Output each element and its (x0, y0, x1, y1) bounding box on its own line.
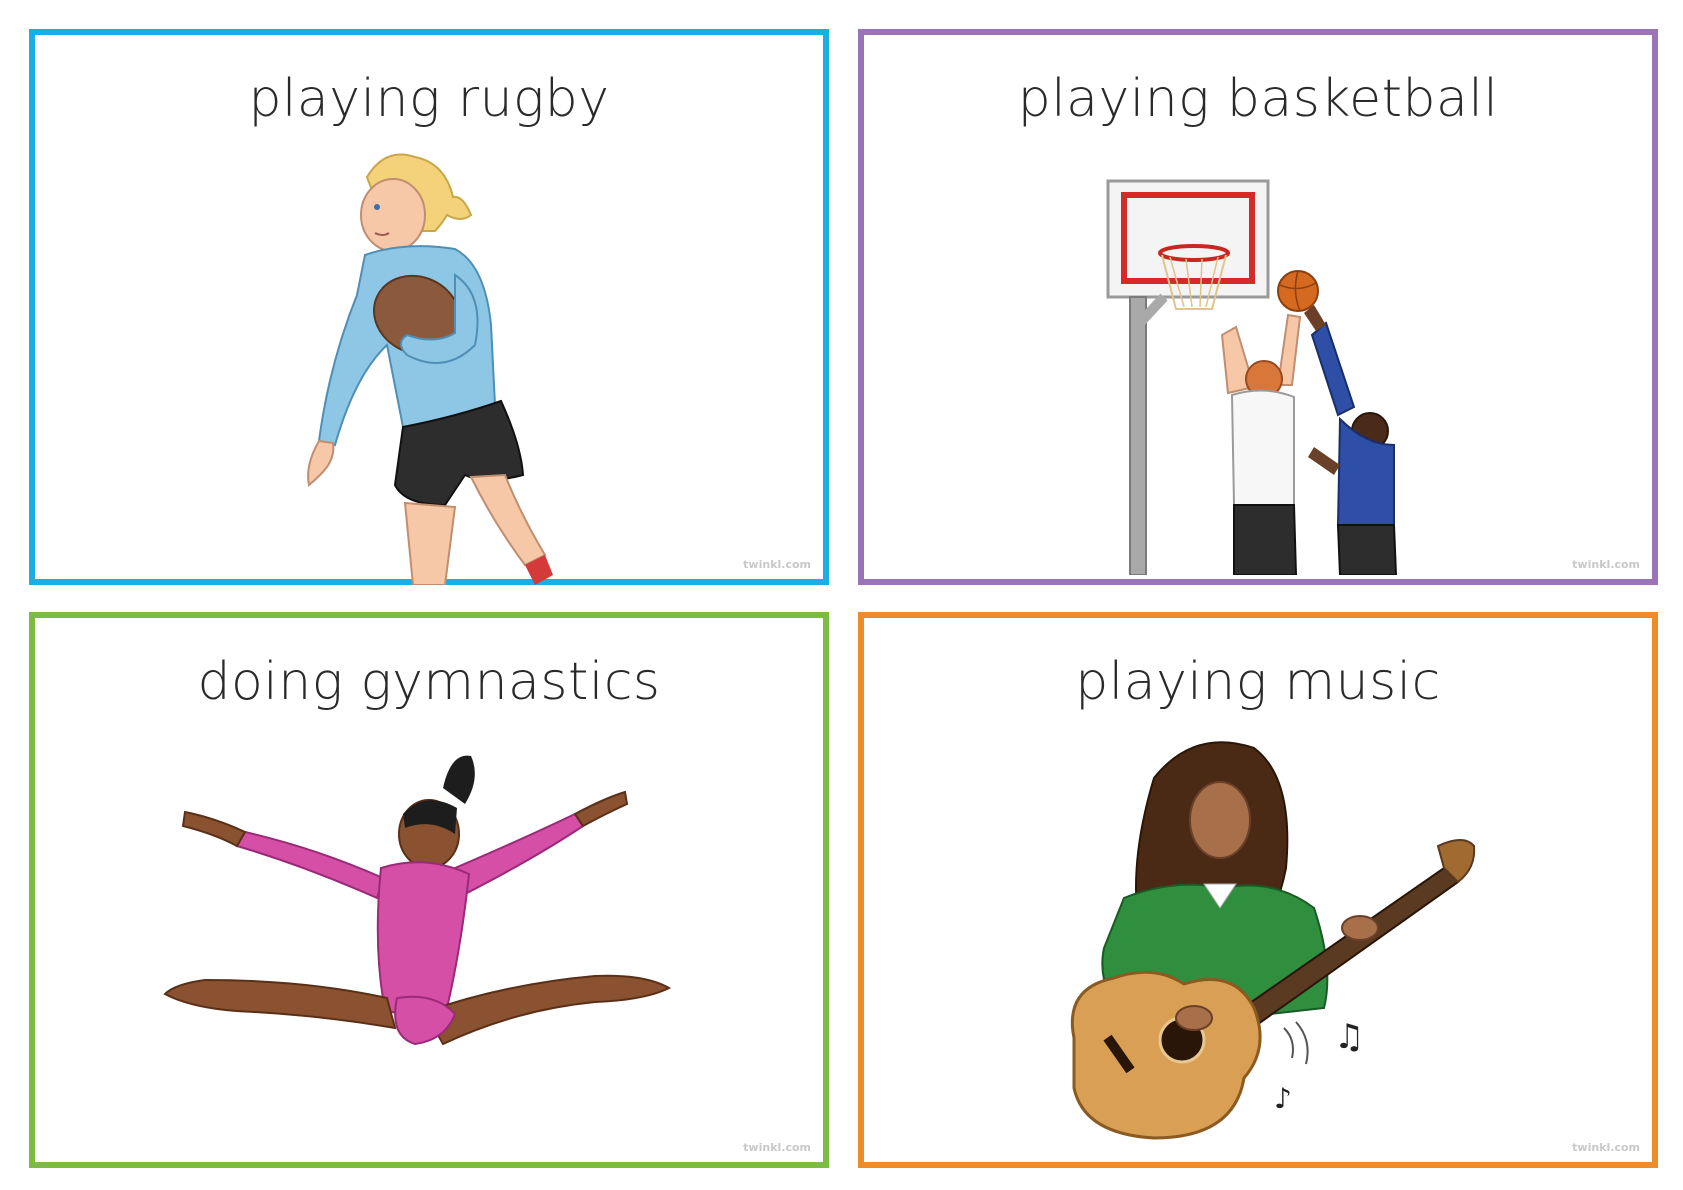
activity-card-music: playing music ♫ ♪ twinkl.com (858, 612, 1658, 1168)
svg-text:♪: ♪ (1274, 1082, 1292, 1115)
watermark-text: twinkl.com (743, 1141, 811, 1154)
watermark-text: twinkl.com (1572, 1141, 1640, 1154)
card-title: playing rugby (248, 69, 610, 129)
card-title: playing music (1075, 652, 1441, 712)
gymnast-illustration (163, 755, 672, 1046)
activity-card-gymnastics: doing gymnastics twinkl.com (29, 612, 829, 1168)
card-title: playing basketball (1017, 69, 1499, 129)
activity-card-rugby: playing rugby twinkl.com (29, 29, 829, 585)
activity-card-basketball: playing basketball twinkl.com (858, 29, 1658, 585)
svg-text:♫: ♫ (1334, 1017, 1364, 1057)
guitar-player-illustration: ♫ ♪ (1070, 741, 1476, 1140)
watermark-text: twinkl.com (1572, 558, 1640, 571)
watermark-text: twinkl.com (743, 558, 811, 571)
basketball-players-illustration (1106, 179, 1398, 575)
card-title: doing gymnastics (197, 652, 661, 712)
rugby-player-illustration (307, 153, 553, 585)
